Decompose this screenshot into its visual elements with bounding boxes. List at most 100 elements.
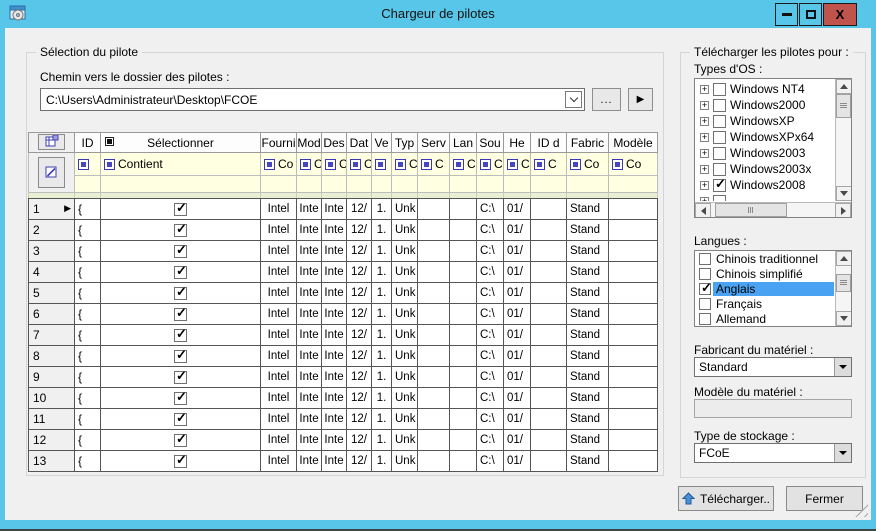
filter-cell[interactable] bbox=[372, 153, 392, 176]
row-header[interactable]: 12 ▶ bbox=[29, 430, 75, 451]
row-header[interactable]: 8 ▶ bbox=[29, 346, 75, 367]
os-tree-item[interactable]: ✓ WindowsXPx64 bbox=[696, 129, 834, 145]
column-header[interactable]: Fabric bbox=[567, 133, 609, 153]
table-row[interactable]: 2 ▶ { ✓ Intel Inte Inte 12/ 1. Unk bbox=[29, 220, 658, 241]
scroll-down-button[interactable] bbox=[836, 311, 852, 326]
os-tree-item[interactable]: ✓ bbox=[696, 193, 834, 201]
filter-input-cell[interactable] bbox=[261, 176, 297, 193]
scroll-left-button[interactable] bbox=[695, 203, 711, 218]
row-header[interactable]: 13 ▶ bbox=[29, 451, 75, 472]
filter-cell[interactable]: Co bbox=[567, 153, 609, 176]
browse-button[interactable]: ... bbox=[592, 88, 621, 111]
os-tree-item[interactable]: ✓ Windows2000 bbox=[696, 97, 834, 113]
table-row[interactable]: 3 ▶ { ✓ Intel Inte Inte 12/ 1. Unk bbox=[29, 241, 658, 262]
filter-cell[interactable]: Co bbox=[261, 153, 297, 176]
filter-input-cell[interactable] bbox=[450, 176, 477, 193]
scrollbar-thumb[interactable] bbox=[836, 274, 851, 292]
maximize-button[interactable] bbox=[799, 3, 822, 26]
os-tree-vertical-scrollbar[interactable] bbox=[835, 79, 851, 201]
scrollbar-track[interactable] bbox=[836, 266, 851, 274]
os-tree-horizontal-scrollbar[interactable] bbox=[695, 202, 851, 217]
filter-operator-icon[interactable] bbox=[612, 159, 623, 170]
os-checkbox[interactable]: ✓ bbox=[713, 179, 726, 192]
os-checkbox[interactable]: ✓ bbox=[713, 115, 726, 128]
clear-filter-button[interactable] bbox=[38, 157, 65, 188]
dropdown-button[interactable] bbox=[834, 358, 851, 376]
filter-cell[interactable]: C bbox=[477, 153, 504, 176]
row-header[interactable]: 7 ▶ bbox=[29, 325, 75, 346]
scrollbar-track[interactable] bbox=[836, 292, 851, 311]
row-select-cell[interactable]: ✓ bbox=[101, 199, 261, 220]
os-tree-item[interactable]: ✓ Windows NT4 bbox=[696, 81, 834, 97]
table-row[interactable]: 5 ▶ { ✓ Intel Inte Inte 12/ 1. Unk bbox=[29, 283, 658, 304]
row-select-cell[interactable]: ✓ bbox=[101, 451, 261, 472]
row-select-checkbox[interactable]: ✓ bbox=[174, 434, 187, 447]
expand-plus-icon[interactable] bbox=[700, 149, 709, 158]
filter-operator-icon[interactable] bbox=[375, 159, 386, 170]
scroll-down-button[interactable] bbox=[836, 186, 852, 201]
row-select-cell[interactable]: ✓ bbox=[101, 220, 261, 241]
row-header[interactable]: 2 ▶ bbox=[29, 220, 75, 241]
os-tree-item[interactable]: ✓ Windows2003x bbox=[696, 161, 834, 177]
row-select-checkbox[interactable]: ✓ bbox=[174, 245, 187, 258]
filter-cell[interactable]: C bbox=[504, 153, 531, 176]
load-drivers-button[interactable]: ▶ bbox=[628, 88, 653, 111]
filter-operator-icon[interactable] bbox=[507, 159, 518, 170]
column-header[interactable]: Ve bbox=[372, 133, 392, 153]
filter-input-cell[interactable] bbox=[504, 176, 531, 193]
filter-cell[interactable]: C bbox=[531, 153, 567, 176]
column-header[interactable]: Lan bbox=[450, 133, 477, 153]
languages-vertical-scrollbar[interactable] bbox=[835, 251, 851, 326]
row-select-checkbox[interactable]: ✓ bbox=[174, 413, 187, 426]
os-tree-item[interactable]: ✓ Windows2008 bbox=[696, 177, 834, 193]
row-select-checkbox[interactable]: ✓ bbox=[174, 224, 187, 237]
row-select-checkbox[interactable]: ✓ bbox=[174, 371, 187, 384]
os-checkbox[interactable]: ✓ bbox=[713, 83, 726, 96]
id-filter-cell[interactable] bbox=[75, 153, 101, 176]
filter-operator-icon[interactable] bbox=[300, 159, 311, 170]
filter-operator-icon[interactable] bbox=[325, 159, 336, 170]
language-item[interactable]: ✓ Anglais bbox=[696, 281, 834, 296]
filter-cell[interactable]: Co bbox=[609, 153, 658, 176]
id-column-header[interactable]: ID bbox=[75, 133, 101, 153]
filter-operator-icon[interactable] bbox=[78, 159, 89, 170]
column-header[interactable]: ID d bbox=[531, 133, 567, 153]
expand-plus-icon[interactable] bbox=[700, 101, 709, 110]
row-header[interactable]: 11 ▶ bbox=[29, 409, 75, 430]
language-item[interactable]: ✓ Chinois traditionnel bbox=[696, 251, 834, 266]
table-row[interactable]: 8 ▶ { ✓ Intel Inte Inte 12/ 1. Unk bbox=[29, 346, 658, 367]
manufacturer-combobox[interactable]: Standard bbox=[694, 357, 852, 377]
column-header[interactable]: Mod bbox=[297, 133, 322, 153]
os-checkbox[interactable]: ✓ bbox=[713, 131, 726, 144]
row-select-cell[interactable]: ✓ bbox=[101, 241, 261, 262]
row-select-checkbox[interactable]: ✓ bbox=[174, 308, 187, 321]
row-header[interactable]: 5 ▶ bbox=[29, 283, 75, 304]
os-checkbox[interactable]: ✓ bbox=[713, 147, 726, 160]
row-select-cell[interactable]: ✓ bbox=[101, 262, 261, 283]
filter-input-cell[interactable] bbox=[418, 176, 450, 193]
filter-operator-icon[interactable] bbox=[421, 159, 432, 170]
driver-path-combobox[interactable]: C:\Users\Administrateur\Desktop\FCOE bbox=[40, 88, 585, 111]
filter-input-cell[interactable] bbox=[297, 176, 322, 193]
row-select-cell[interactable]: ✓ bbox=[101, 304, 261, 325]
table-row[interactable]: 4 ▶ { ✓ Intel Inte Inte 12/ 1. Unk bbox=[29, 262, 658, 283]
table-row[interactable]: 10 ▶ { ✓ Intel Inte Inte 12/ 1. Unk bbox=[29, 388, 658, 409]
scroll-right-button[interactable] bbox=[835, 203, 851, 218]
row-select-checkbox[interactable]: ✓ bbox=[174, 266, 187, 279]
table-row[interactable]: 9 ▶ { ✓ Intel Inte Inte 12/ 1. Unk bbox=[29, 367, 658, 388]
filter-operator-icon[interactable] bbox=[104, 159, 115, 170]
expand-plus-icon[interactable] bbox=[700, 181, 709, 190]
filter-operator-icon[interactable] bbox=[453, 159, 464, 170]
row-header[interactable]: 3 ▶ bbox=[29, 241, 75, 262]
row-select-checkbox[interactable]: ✓ bbox=[174, 350, 187, 363]
path-dropdown-button[interactable] bbox=[565, 91, 582, 108]
row-select-cell[interactable]: ✓ bbox=[101, 409, 261, 430]
row-select-checkbox[interactable]: ✓ bbox=[174, 203, 187, 216]
filter-operator-icon[interactable] bbox=[395, 159, 406, 170]
os-tree-item[interactable]: ✓ Windows2003 bbox=[696, 145, 834, 161]
filter-input-cell[interactable] bbox=[392, 176, 418, 193]
row-header[interactable]: 1 ▶ bbox=[29, 199, 75, 220]
filter-input-cell[interactable] bbox=[372, 176, 392, 193]
table-row[interactable]: 6 ▶ { ✓ Intel Inte Inte 12/ 1. Unk bbox=[29, 304, 658, 325]
row-select-checkbox[interactable]: ✓ bbox=[174, 392, 187, 405]
